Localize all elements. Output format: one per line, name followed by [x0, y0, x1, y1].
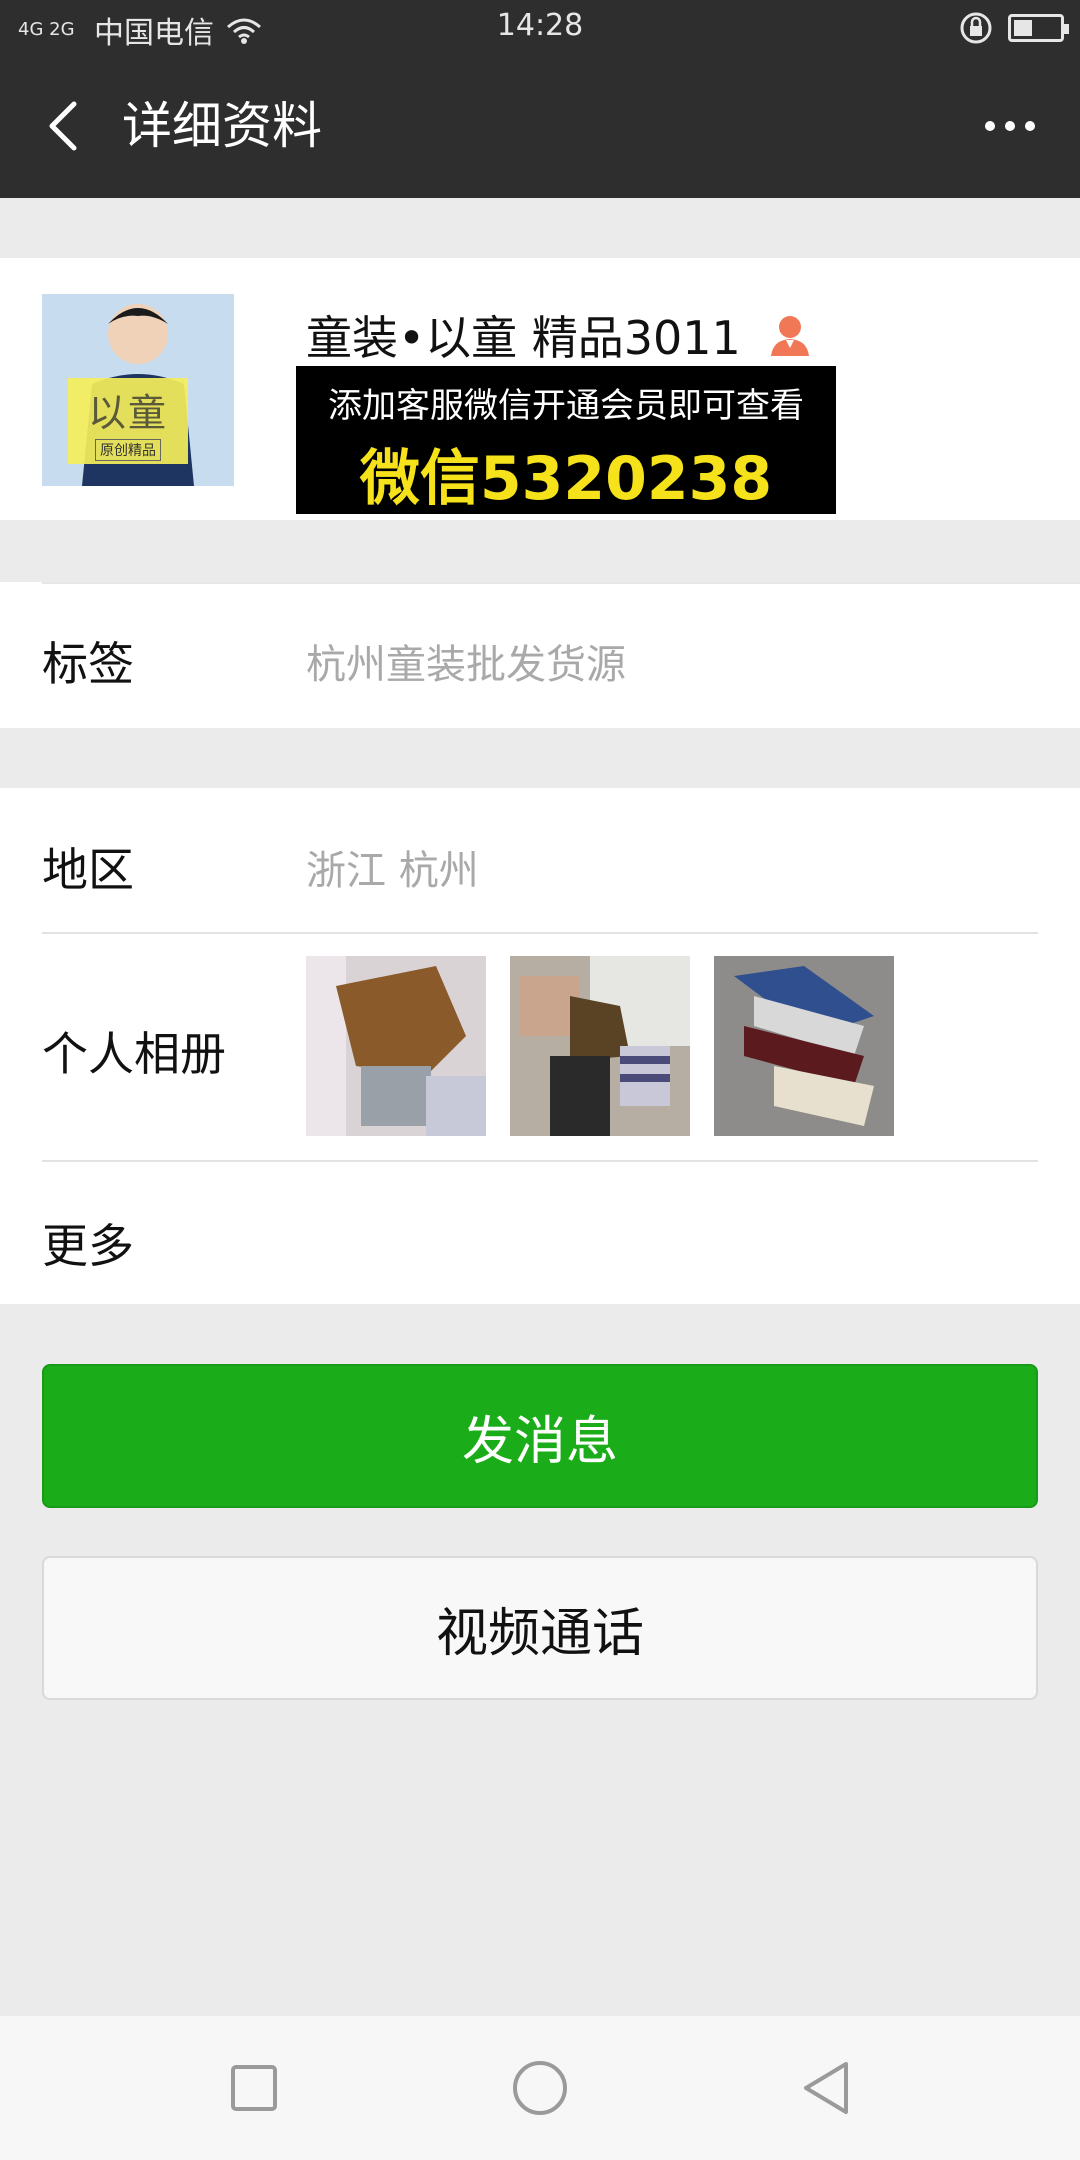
promo-banner: 添加客服微信开通会员即可查看 微信5320238 — [296, 366, 836, 514]
album-photo-3[interactable] — [714, 956, 894, 1136]
promo-line1: 添加客服微信开通会员即可查看 — [328, 386, 804, 426]
square-icon[interactable] — [224, 2058, 284, 2118]
region-value: 浙江 杭州 — [306, 848, 479, 894]
region-row: 地区 浙江 杭州 — [0, 788, 1080, 932]
status-time: 14:28 — [496, 8, 584, 43]
name-row: 童装•以童 精品3011 — [306, 302, 813, 368]
page-title: 详细资料 — [122, 97, 322, 155]
rotation-lock-icon — [960, 12, 992, 44]
profile-card: 以童 原创精品 童装•以童 精品3011 添加客服微信开通会员即可查看 微信53… — [0, 258, 1080, 520]
chevron-left-icon[interactable] — [36, 96, 96, 156]
circle-icon[interactable] — [510, 2058, 570, 2118]
video-call-button[interactable]: 视频通话 — [42, 1556, 1038, 1700]
avatar-logo-text: 以童 — [87, 390, 168, 435]
album-photo-2[interactable] — [510, 956, 690, 1136]
status-right — [958, 10, 1069, 46]
contact-person-icon — [770, 316, 809, 356]
tags-value: 杭州童装批发货源 — [306, 642, 626, 688]
more-label: 更多 — [42, 1219, 134, 1273]
system-nav-bar — [0, 2016, 1080, 2160]
avatar[interactable]: 以童 原创精品 — [42, 294, 234, 486]
album-label: 个人相册 — [42, 1027, 226, 1081]
triangle-back-icon[interactable] — [796, 2058, 856, 2118]
promo-line2: 微信5320238 — [359, 444, 773, 514]
album-row[interactable]: 个人相册 — [0, 932, 1080, 1160]
nav-bar: 详细资料 — [0, 56, 1080, 198]
avatar-logo-subtext: 原创精品 — [95, 438, 161, 461]
status-bar: 4G 2G 中国电信 14:28 — [0, 0, 1080, 56]
avatar-logo: 以童 原创精品 — [68, 378, 188, 464]
more-dots-icon[interactable] — [980, 106, 1040, 146]
send-message-button[interactable]: 发消息 — [42, 1364, 1038, 1508]
contact-name: 童装•以童 精品3011 — [306, 311, 741, 365]
battery-icon — [1008, 14, 1069, 42]
region-label: 地区 — [42, 843, 134, 897]
more-row[interactable]: 更多 — [0, 1160, 1080, 1304]
tags-label: 标签 — [42, 637, 134, 691]
tags-row[interactable]: 标签 杭州童装批发货源 — [0, 582, 1080, 728]
album-photo-1[interactable] — [306, 956, 486, 1136]
info-group: 地区 浙江 杭州 个人相册 更多 — [0, 788, 1080, 1304]
battery-level — [1014, 20, 1032, 36]
